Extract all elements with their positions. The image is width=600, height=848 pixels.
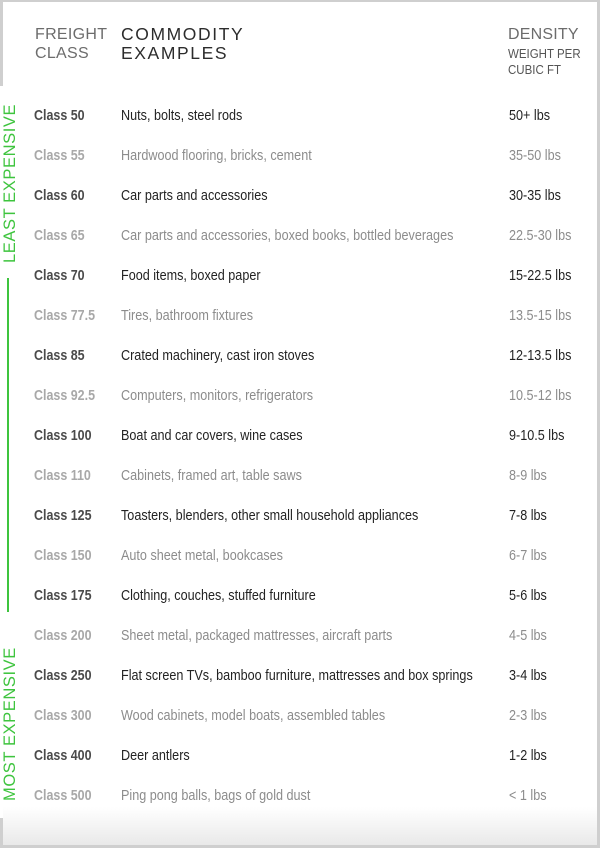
freight-class-cell: Class 125 <box>34 508 92 524</box>
density-cell: 30-35 lbs <box>509 188 561 204</box>
table-row: Class 250 Flat screen TVs, bamboo furnitu… <box>0 666 600 686</box>
freight-class-cell: Class 100 <box>34 428 92 444</box>
freight-class-cell: Class 85 <box>34 348 85 364</box>
density-cell: 12-13.5 lbs <box>509 348 572 364</box>
commodity-examples-cell: Car parts and accessories <box>121 188 268 204</box>
density-cell: 6-7 lbs <box>509 548 547 564</box>
table-row: Class 100 Boat and car covers, wine cases… <box>0 426 600 446</box>
table-row: Class 150 Auto sheet metal, bookcases 6-7 … <box>0 546 600 566</box>
freight-class-cell: Class 200 <box>34 628 92 644</box>
density-cell: 5-6 lbs <box>509 588 547 604</box>
freight-class-cell: Class 60 <box>34 188 85 204</box>
freight-class-cell: Class 77.5 <box>34 308 96 324</box>
density-cell: 10.5-12 lbs <box>509 388 572 404</box>
table-row: Class 70 Food items, boxed paper 15-22.5 l… <box>0 266 600 286</box>
freight-class-cell: Class 175 <box>34 588 92 604</box>
header-density-sub-line1: Weight per <box>508 47 581 61</box>
freight-class-cell: Class 70 <box>34 268 85 284</box>
table-row: Class 110 Cabinets, framed art, table saw… <box>0 466 600 486</box>
header-commodity-line1: Commodity <box>121 24 245 44</box>
density-cell: 22.5-30 lbs <box>509 228 572 244</box>
header-freight-class-line2: Class <box>35 45 89 62</box>
density-cell: 35-50 lbs <box>509 148 561 164</box>
frame-left-edge-bottom <box>0 818 3 848</box>
density-cell: 8-9 lbs <box>509 468 547 484</box>
header-freight-class-line1: Freight <box>35 26 108 43</box>
commodity-examples-cell: Ping pong balls, bags of gold dust <box>121 788 311 804</box>
density-cell: 50+ lbs <box>509 108 551 124</box>
commodity-examples-cell: Cabinets, framed art, table saws <box>121 468 302 484</box>
freight-class-cell: Class 55 <box>34 148 85 164</box>
density-cell: 9-10.5 lbs <box>509 428 565 444</box>
freight-class-cell: Class 250 <box>34 668 92 684</box>
density-cell: 4-5 lbs <box>509 628 547 644</box>
commodity-examples-cell: Food items, boxed paper <box>121 268 261 284</box>
table-row: Class 55 Hardwood flooring, bricks, cemen… <box>0 146 600 166</box>
commodity-examples-cell: Nuts, bolts, steel rods <box>121 108 243 124</box>
density-cell: 15-22.5 lbs <box>509 268 572 284</box>
header-commodity-line2: Examples <box>121 43 229 63</box>
commodity-examples-cell: Auto sheet metal, bookcases <box>121 548 283 564</box>
table-row: Class 500 Ping pong balls, bags of gold d… <box>0 786 600 806</box>
commodity-examples-cell: Boat and car covers, wine cases <box>121 428 303 444</box>
header-density-sub-line2: Cubic ft <box>508 63 562 77</box>
freight-class-cell: Class 150 <box>34 548 92 564</box>
table-row: Class 400 Deer antlers 1-2 lbs <box>0 746 600 766</box>
commodity-examples-cell: Tires, bathroom fixtures <box>121 308 254 324</box>
commodity-examples-cell: Wood cabinets, model boats, assembled ta… <box>121 708 386 724</box>
table-row: Class 92.5 Computers, monitors, refrigera… <box>0 386 600 406</box>
table-row: Class 300 Wood cabinets, model boats, ass… <box>0 706 600 726</box>
freight-class-cell: Class 50 <box>34 108 85 124</box>
header-density-subtitle: Weight per Cubic ft <box>508 46 581 78</box>
density-cell: 1-2 lbs <box>509 748 547 764</box>
commodity-examples-cell: Flat screen TVs, bamboo furniture, mattr… <box>121 668 473 684</box>
freight-class-cell: Class 110 <box>34 468 91 484</box>
table-row: Class 65 Car parts and accessories, boxed… <box>0 226 600 246</box>
density-cell: 3-4 lbs <box>509 668 547 684</box>
commodity-examples-cell: Hardwood flooring, bricks, cement <box>121 148 312 164</box>
table-row: Class 50 Nuts, bolts, steel rods 50+ lbs <box>0 106 600 126</box>
table-row: Class 125 Toasters, blenders, other small… <box>0 506 600 526</box>
density-cell: 2-3 lbs <box>509 708 547 724</box>
density-cell: < 1 lbs <box>509 788 547 804</box>
table-row: Class 85 Crated machinery, cast iron stov… <box>0 346 600 366</box>
density-cell: 7-8 lbs <box>509 508 547 524</box>
table-row: Class 77.5 Tires, bathroom fixtures 13.5-1… <box>0 306 600 326</box>
commodity-examples-cell: Sheet metal, packaged mattresses, aircra… <box>121 628 393 644</box>
freight-class-cell: Class 400 <box>34 748 92 764</box>
header-freight-class: Freight Class <box>35 25 107 63</box>
freight-class-cell: Class 92.5 <box>34 388 96 404</box>
commodity-examples-cell: Car parts and accessories, boxed books, … <box>121 228 454 244</box>
commodity-examples-cell: Computers, monitors, refrigerators <box>121 388 314 404</box>
footer-gradient <box>3 807 597 845</box>
commodity-examples-cell: Clothing, couches, stuffed furniture <box>121 588 316 604</box>
header-commodity-examples: Commodity Examples <box>121 25 244 63</box>
freight-class-cell: Class 300 <box>34 708 92 724</box>
commodity-examples-cell: Deer antlers <box>121 748 190 764</box>
frame-left-edge <box>0 0 3 86</box>
commodity-examples-cell: Crated machinery, cast iron stoves <box>121 348 315 364</box>
table-row: Class 60 Car parts and accessories 30-35 l… <box>0 186 600 206</box>
freight-class-cell: Class 65 <box>34 228 85 244</box>
table-row: Class 200 Sheet metal, packaged mattresse… <box>0 626 600 646</box>
commodity-examples-cell: Toasters, blenders, other small househol… <box>121 508 419 524</box>
freight-class-cell: Class 500 <box>34 788 92 804</box>
density-cell: 13.5-15 lbs <box>509 308 572 324</box>
header-density: Density <box>508 26 579 43</box>
table-row: Class 175 Clothing, couches, stuffed furn… <box>0 586 600 606</box>
